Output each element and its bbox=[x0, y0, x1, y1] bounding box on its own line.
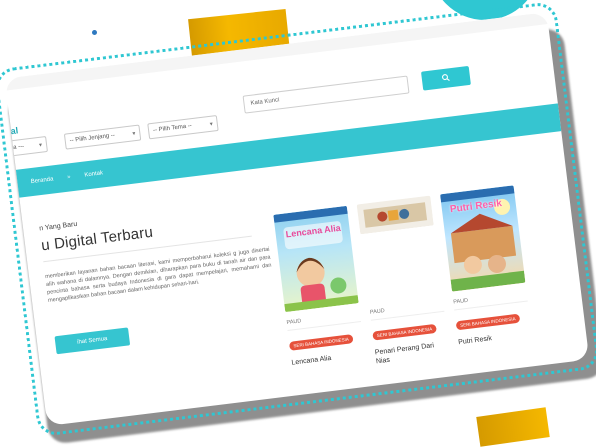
nav-item-home-partial[interactable]: a bbox=[13, 181, 17, 187]
section-subheading: n Yang Baru bbox=[38, 220, 78, 233]
browser-topbar bbox=[4, 12, 570, 92]
search-button[interactable] bbox=[420, 65, 471, 91]
book-cover[interactable]: Putri Resik bbox=[440, 185, 526, 292]
main-nav: a Beranda » Kontak bbox=[4, 100, 584, 200]
language-select[interactable]: Bahasa --- ▾ bbox=[4, 135, 48, 159]
book-cover[interactable] bbox=[356, 195, 434, 235]
search-input[interactable]: Kata Kunci bbox=[242, 75, 410, 114]
screenshot-card: ital Kata Kunci Bahasa --- ▾ -- Pilih Je… bbox=[4, 12, 590, 426]
website-page: ital Kata Kunci Bahasa --- ▾ -- Pilih Je… bbox=[4, 12, 590, 426]
series-badge: SERI BAHASA INDONESIA bbox=[288, 334, 354, 351]
book-card[interactable]: PAUD SERI BAHASA INDONESIA Penari Perang… bbox=[356, 195, 450, 367]
language-select-label: Bahasa --- bbox=[4, 143, 25, 154]
book-category: PAUD bbox=[452, 297, 469, 306]
section-description: memberikan layanan bahan bacaan literasi… bbox=[44, 246, 272, 304]
chevron-down-icon: ▾ bbox=[209, 121, 214, 128]
tape-bottom-decoration bbox=[476, 407, 550, 447]
level-select[interactable]: -- Pilih Jenjang -- ▾ bbox=[63, 124, 142, 150]
book-title[interactable]: Putri Resik bbox=[458, 329, 533, 347]
series-badge: SERI BAHASA INDONESIA bbox=[372, 323, 437, 341]
view-all-button[interactable]: ihat Semua bbox=[54, 327, 131, 355]
theme-select[interactable]: -- Pilih Tema -- ▾ bbox=[147, 115, 219, 140]
book-category: PAUD bbox=[369, 308, 386, 316]
nav-item-kontak[interactable]: Kontak bbox=[84, 170, 103, 178]
nav-item-beranda[interactable]: Beranda bbox=[31, 176, 54, 185]
site-logo[interactable]: ital bbox=[5, 125, 19, 137]
level-select-label: -- Pilih Jenjang -- bbox=[69, 132, 116, 145]
dot-decoration bbox=[92, 30, 97, 35]
chevron-down-icon: ▾ bbox=[38, 142, 43, 149]
search-icon bbox=[441, 73, 450, 84]
theme-select-label: -- Pilih Tema -- bbox=[152, 123, 193, 134]
book-card[interactable]: Putri Resik PAUD SERI BAHASA INDONESIA P… bbox=[440, 185, 532, 347]
chevron-down-icon: ▾ bbox=[132, 130, 136, 137]
book-title[interactable]: Lencana Alia bbox=[291, 350, 366, 368]
book-title[interactable]: Penari Perang Dari Nias bbox=[374, 340, 450, 367]
book-cover[interactable]: Lencana Alia bbox=[273, 205, 359, 313]
book-card[interactable]: Lencana Alia PAUD SERI BAHASA INDONESIA … bbox=[273, 205, 366, 368]
series-badge: SERI BAHASA INDONESIA bbox=[455, 313, 521, 331]
nav-separator: » bbox=[66, 174, 71, 181]
book-category: PAUD bbox=[286, 318, 302, 327]
search-placeholder: Kata Kunci bbox=[250, 97, 280, 107]
